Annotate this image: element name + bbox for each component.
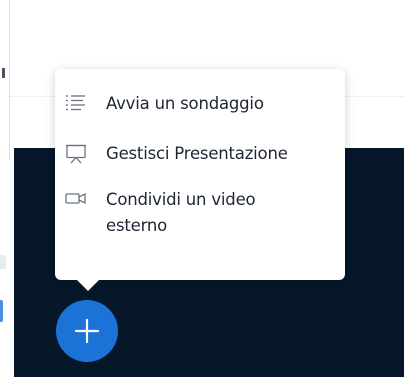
poll-list-icon xyxy=(65,94,87,112)
start-poll-menu-item[interactable]: Avvia un sondaggio xyxy=(55,91,345,121)
actions-fab-button[interactable] xyxy=(56,300,118,362)
presentation-icon xyxy=(65,144,87,164)
plus-icon xyxy=(74,318,100,344)
share-external-video-menu-item[interactable]: Condividi un video esterno xyxy=(55,187,345,257)
manage-presentation-menu-item[interactable]: Gestisci Presentazione xyxy=(55,141,345,171)
menu-pointer xyxy=(75,278,101,291)
panel-fragment xyxy=(0,255,6,269)
menu-item-label: Condividi un video esterno xyxy=(106,190,256,235)
video-camera-icon xyxy=(65,191,87,209)
panel-handle[interactable] xyxy=(2,68,5,78)
menu-item-label: Gestisci Presentazione xyxy=(106,144,288,163)
menu-item-label: Avvia un sondaggio xyxy=(106,94,264,113)
actions-menu: Avvia un sondaggio Gestisci Presentazion… xyxy=(55,69,345,280)
side-panel-edge xyxy=(0,0,10,160)
active-indicator xyxy=(0,300,3,322)
